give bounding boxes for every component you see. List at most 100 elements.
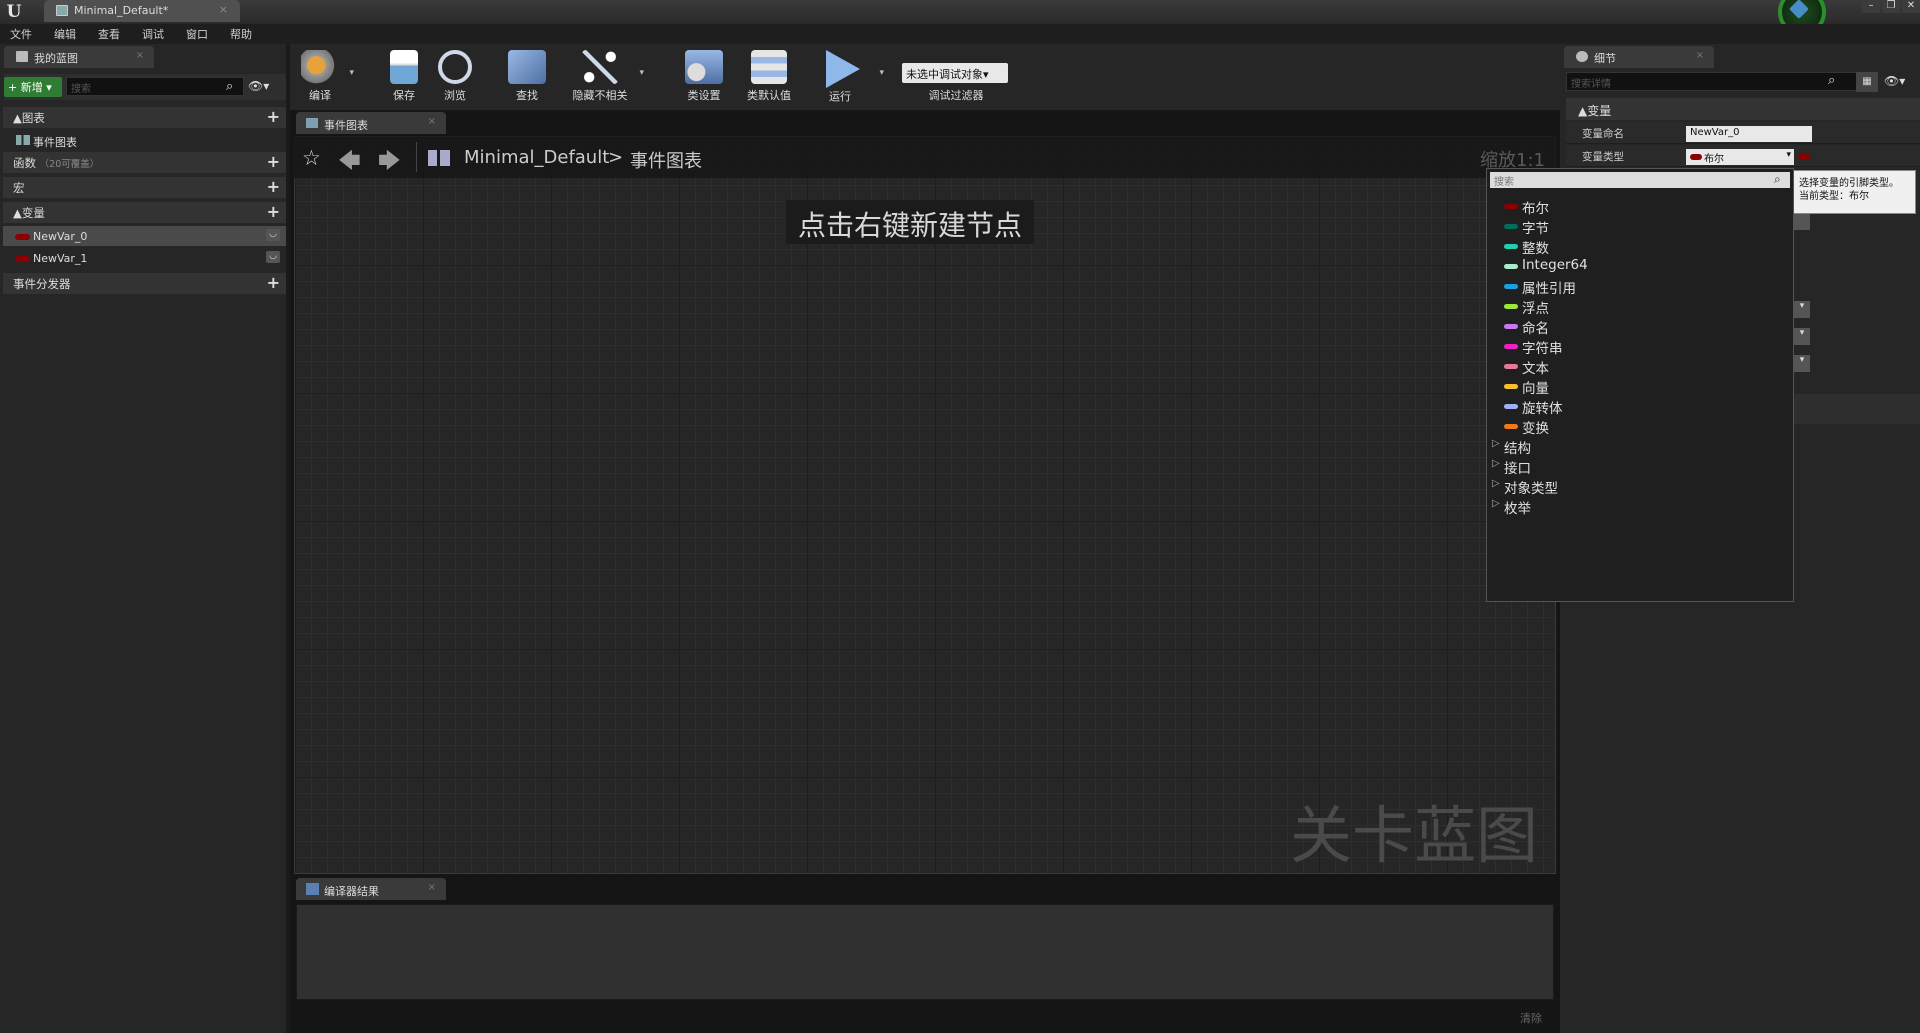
close-tab-icon[interactable]: × [219, 3, 228, 16]
my-blueprint-tab[interactable]: 我的蓝图 × [4, 46, 154, 68]
menu-window[interactable]: 窗口 [186, 26, 208, 42]
close-tab-icon[interactable]: × [428, 882, 436, 893]
add-variable-icon[interactable]: + [267, 202, 280, 221]
clear-button[interactable]: 清除 [1520, 1010, 1542, 1026]
checkbox[interactable] [1794, 214, 1810, 230]
visibility-toggle-icon[interactable]: ◡ [266, 229, 280, 241]
save-button[interactable]: 保存 [384, 48, 424, 108]
type-option[interactable]: 浮点 [1490, 296, 1790, 317]
variable-name-label: 变量命名 [1582, 128, 1624, 140]
add-graph-icon[interactable]: + [267, 107, 280, 126]
close-tab-icon[interactable]: × [428, 116, 436, 127]
search-icon[interactable]: ⌕ [1828, 73, 1835, 88]
expand-arrow-icon[interactable]: ▷ [1492, 458, 1500, 469]
search-icon[interactable]: ⌕ [1774, 172, 1781, 187]
event-graph-item[interactable]: 事件图表 [3, 130, 286, 150]
chevron-down-icon[interactable]: ▾ [1794, 355, 1810, 372]
close-window-icon[interactable]: ✕ [1902, 0, 1920, 13]
menu-file[interactable]: 文件 [10, 26, 32, 42]
container-type-icon[interactable] [1798, 154, 1810, 160]
add-function-icon[interactable]: + [267, 152, 280, 171]
details-tab[interactable]: 细节 × [1564, 46, 1714, 68]
view-options-icon[interactable]: 👁▾ [248, 79, 269, 93]
breadcrumb-blueprint[interactable]: Minimal_Default [464, 147, 609, 168]
menu-edit[interactable]: 编辑 [54, 26, 76, 42]
play-options-icon[interactable]: ▾ [879, 68, 884, 78]
find-button[interactable]: 查找 [502, 48, 552, 108]
type-option[interactable]: 旋转体 [1490, 396, 1790, 417]
property-matrix-icon[interactable]: ▦ [1856, 72, 1878, 92]
type-category[interactable]: ▷ 结构 [1490, 436, 1790, 457]
compiler-log-icon [306, 883, 319, 895]
star-icon[interactable]: ☆ [302, 146, 321, 170]
type-option[interactable]: 文本 [1490, 356, 1790, 377]
play-button[interactable]: 运行 ▾ [814, 48, 884, 108]
compile-options-icon[interactable]: ▾ [349, 68, 354, 78]
menu-view[interactable]: 查看 [98, 26, 120, 42]
expand-arrow-icon[interactable]: ▷ [1492, 438, 1500, 449]
expand-arrow-icon[interactable]: ▷ [1492, 478, 1500, 489]
add-new-button[interactable]: + 新增 ▾ [4, 77, 62, 97]
section-event-dispatchers[interactable]: 事件分发器 + [3, 273, 286, 294]
back-arrow-icon[interactable]: 🡄 [338, 144, 361, 182]
chevron-down-icon[interactable]: ▾ [1794, 328, 1810, 345]
level-blueprint-watermark: 关卡蓝图 [1290, 799, 1539, 872]
variable-name-input[interactable]: NewVar_0 [1686, 126, 1812, 142]
class-defaults-button[interactable]: 类默认值 [738, 48, 800, 108]
type-category[interactable]: ▷ 接口 [1490, 456, 1790, 477]
section-dispatchers-label: 事件分发器 [13, 277, 71, 291]
blueprint-search-input[interactable]: 搜索 [66, 77, 244, 96]
type-category[interactable]: ▷ 枚举 [1490, 496, 1790, 517]
expand-arrow-icon[interactable]: ▷ [1492, 498, 1500, 509]
view-options-icon[interactable]: 👁▾ [1884, 74, 1905, 88]
type-option[interactable]: 向量 [1490, 376, 1790, 397]
debug-object-select[interactable]: 未选中调试对象▾ [902, 63, 1008, 83]
hide-unrelated-button[interactable]: 隐藏不相关 ▾ [560, 48, 644, 108]
hide-unrelated-options-icon[interactable]: ▾ [639, 68, 644, 78]
type-option[interactable]: 字符串 [1490, 336, 1790, 357]
variable-item-newvar-0[interactable]: NewVar_0 ◡ [3, 226, 286, 246]
details-magnifier-icon [1576, 51, 1588, 62]
details-section-variable[interactable]: ▲变量 [1566, 98, 1920, 120]
variable-item-newvar-1[interactable]: NewVar_1 ◡ [3, 248, 286, 268]
event-graph-tab[interactable]: 事件图表 × [296, 112, 446, 134]
type-option[interactable]: 字节 [1490, 216, 1790, 237]
close-tab-icon[interactable]: × [1696, 50, 1704, 61]
type-option[interactable]: 整数 [1490, 236, 1790, 257]
close-tab-icon[interactable]: × [136, 50, 144, 61]
add-dispatcher-icon[interactable]: + [267, 273, 280, 292]
section-macros[interactable]: 宏 + [3, 177, 286, 198]
compiler-results-log[interactable] [296, 904, 1554, 1000]
add-macro-icon[interactable]: + [267, 177, 280, 196]
type-option[interactable]: Integer64 [1490, 256, 1790, 276]
type-search-input[interactable]: 搜索 [1490, 172, 1790, 188]
forward-arrow-icon[interactable]: 🡆 [378, 144, 401, 182]
menu-debug[interactable]: 调试 [142, 26, 164, 42]
restore-icon[interactable]: ❐ [1882, 0, 1900, 13]
left-splitter[interactable] [286, 44, 290, 1033]
type-option[interactable]: 布尔 [1490, 196, 1790, 217]
browse-button[interactable]: 浏览 [430, 48, 480, 108]
type-color-icon [1504, 224, 1518, 229]
section-variables[interactable]: ▲变量 + [3, 202, 286, 223]
minimize-icon[interactable]: – [1862, 0, 1880, 13]
type-option[interactable]: 变换 [1490, 416, 1790, 437]
type-category[interactable]: ▷ 对象类型 [1490, 476, 1790, 497]
variable-type-select[interactable]: 布尔 ▾ [1686, 149, 1794, 165]
search-icon[interactable]: ⌕ [226, 79, 233, 94]
graph-canvas[interactable] [294, 136, 1556, 874]
compiler-results-tab[interactable]: 编译器结果 × [296, 878, 446, 900]
unreal-logo-icon[interactable]: U [2, 0, 26, 24]
visibility-toggle-icon[interactable]: ◡ [266, 251, 280, 263]
chevron-down-icon[interactable]: ▾ [1794, 301, 1810, 318]
type-option-label: 命名 [1522, 321, 1549, 337]
document-tab[interactable]: Minimal_Default* × [44, 0, 240, 22]
class-settings-button[interactable]: 类设置 [676, 48, 732, 108]
menu-help[interactable]: 帮助 [230, 26, 252, 42]
type-option[interactable]: 属性引用 [1490, 276, 1790, 297]
section-functions[interactable]: 函数 （20可覆盖） + [3, 152, 286, 173]
type-option[interactable]: 命名 [1490, 316, 1790, 337]
breadcrumb-graph[interactable]: 事件图表 [630, 147, 702, 173]
compile-button[interactable]: 编译 ▾ [290, 48, 354, 108]
section-graphs[interactable]: ▲图表 + [3, 107, 286, 128]
